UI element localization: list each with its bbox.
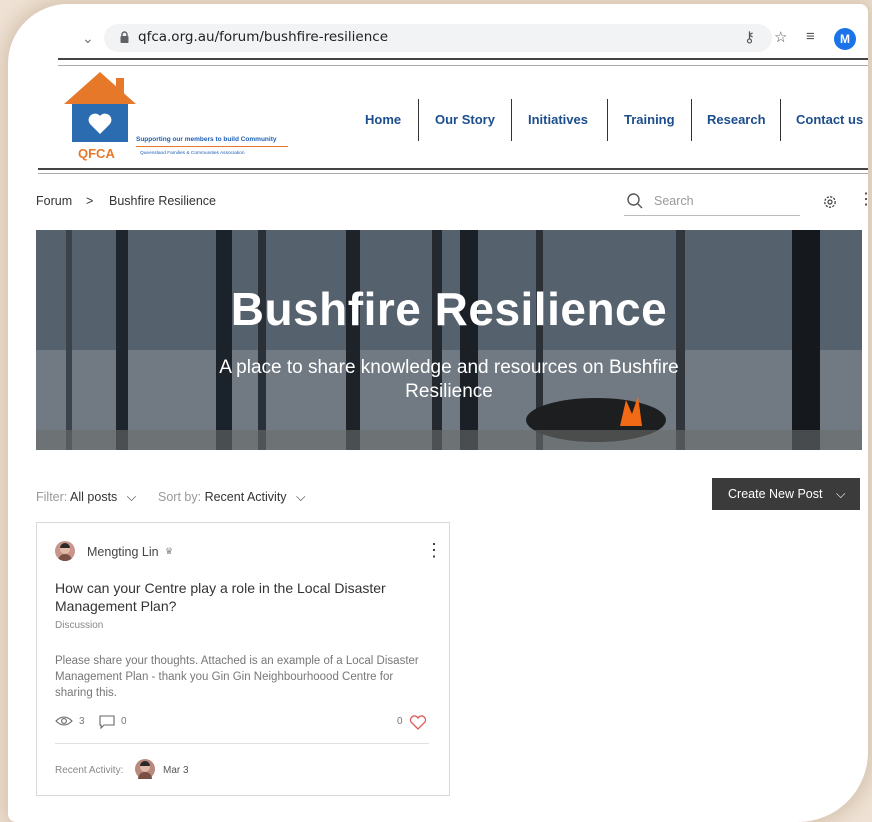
chevron-down-icon: ⌵ (296, 490, 306, 504)
search-icon[interactable] (626, 192, 644, 210)
banner-title: Bushfire Resilience (230, 283, 668, 335)
heart-icon[interactable] (409, 715, 427, 730)
comments-count: 0 (121, 716, 127, 727)
filter-value: All posts (70, 490, 118, 504)
nav-separator (607, 99, 608, 141)
browser-toolbar: ⌄ qfca.org.au/forum/bushfire-resilience … (8, 4, 868, 56)
sort-dropdown[interactable]: Sort by: Recent Activity ⌵ (158, 490, 306, 505)
nav-separator (780, 99, 781, 141)
logo-name: QFCA (78, 146, 115, 161)
person-icon (138, 761, 152, 779)
profile-avatar[interactable]: M (834, 28, 856, 50)
eye-icon (55, 716, 73, 726)
nav-our-story[interactable]: Our Story (435, 112, 495, 127)
sort-label: Sort by: (158, 490, 202, 504)
nav-initiatives[interactable]: Initiatives (528, 112, 588, 127)
recent-activity-avatar[interactable] (135, 759, 155, 779)
recent-activity-label: Recent Activity: (55, 765, 124, 776)
forum-banner: Bushfire Resilience A place to share kno… (36, 230, 862, 450)
post-title[interactable]: How can your Centre play a role in the L… (55, 579, 425, 615)
more-options-icon[interactable]: ⋮ (858, 192, 868, 208)
sort-value: Recent Activity (204, 490, 287, 504)
person-icon (58, 543, 72, 561)
breadcrumb-forum[interactable]: Forum (36, 194, 72, 208)
recent-activity-date: Mar 3 (163, 765, 189, 776)
header-rule-bottom-thin (38, 173, 868, 174)
nav-contact-us[interactable]: Contact us (796, 112, 863, 127)
logo-subtagline: Queensland Families & Communities Associ… (140, 151, 245, 156)
lock-icon (120, 31, 129, 43)
nav-separator (511, 99, 512, 141)
create-new-post-label: Create New Post (728, 487, 823, 501)
crown-icon: ♛ (165, 546, 174, 556)
comment-icon (99, 715, 115, 729)
nav-separator (691, 99, 692, 141)
nav-home[interactable]: Home (365, 112, 401, 127)
house-logo-icon (64, 72, 136, 142)
likes-count: 0 (397, 716, 403, 727)
nav-training[interactable]: Training (624, 112, 675, 127)
banner-subtitle: A place to share knowledge and resources… (219, 357, 679, 402)
post-excerpt: Please share your thoughts. Attached is … (55, 655, 419, 699)
gear-icon[interactable] (822, 194, 838, 210)
star-icon[interactable]: ☆ (774, 28, 787, 46)
post-card[interactable]: Mengting Lin ♛ ⋮ How can your Centre pla… (36, 522, 450, 796)
logo-tagline: Supporting our members to build Communit… (136, 136, 277, 143)
post-author[interactable]: Mengting Lin (87, 545, 159, 559)
reload-icon[interactable]: ⌄ (82, 30, 94, 47)
chevron-down-icon: ⌵ (126, 490, 137, 504)
header-rule-top (58, 58, 868, 60)
breadcrumb-separator: > (86, 194, 94, 208)
create-new-post-button[interactable]: Create New Post ⌵ (712, 478, 860, 510)
author-avatar[interactable] (55, 541, 75, 561)
filter-dropdown[interactable]: Filter: All posts ⌵ (36, 490, 136, 505)
address-bar[interactable]: qfca.org.au/forum/bushfire-resilience (104, 24, 772, 52)
nav-separator (418, 99, 419, 141)
site-logo[interactable]: Supporting our members to build Communit… (60, 70, 290, 166)
nav-research[interactable]: Research (707, 112, 766, 127)
breadcrumb-current: Bushfire Resilience (109, 194, 216, 208)
filter-label: Filter: (36, 490, 68, 504)
views-count: 3 (79, 716, 85, 727)
chevron-down-icon: ⌵ (836, 487, 846, 501)
search-input[interactable]: Search (654, 194, 694, 208)
burnt-forest-image (36, 230, 862, 450)
logo-divider (136, 146, 288, 147)
post-category[interactable]: Discussion (55, 620, 103, 631)
card-divider (55, 743, 429, 744)
header-rule-bottom (38, 168, 868, 170)
url-text: qfca.org.au/forum/bushfire-resilience (138, 29, 389, 45)
page: ⌄ qfca.org.au/forum/bushfire-resilience … (8, 4, 868, 822)
search-underline (624, 215, 800, 216)
header-rule-top-thin (58, 65, 868, 66)
reading-list-icon[interactable]: ≡ (806, 28, 815, 45)
post-more-options-icon[interactable]: ⋮ (425, 541, 443, 559)
key-icon[interactable]: ⚷ (744, 28, 755, 46)
